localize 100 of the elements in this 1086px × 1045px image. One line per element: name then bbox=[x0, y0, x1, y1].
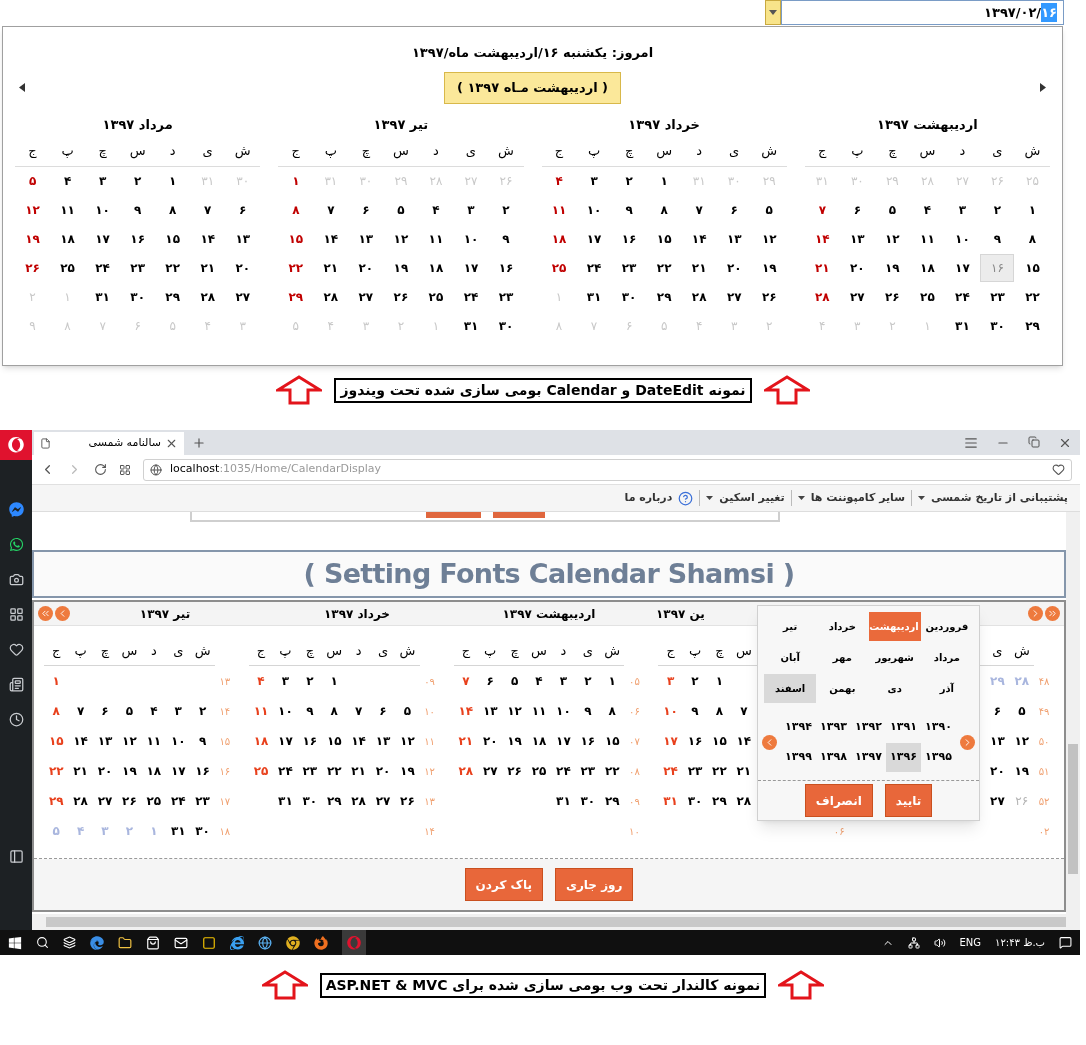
browser-tab[interactable]: سالنامه شمسی bbox=[34, 432, 184, 455]
day-number[interactable]: ۲۲ bbox=[712, 762, 727, 780]
day-number[interactable]: ۴ bbox=[63, 172, 72, 190]
day-number[interactable]: ۱۳ bbox=[97, 732, 113, 750]
day-number[interactable]: ۱ bbox=[660, 172, 668, 190]
chat-icon[interactable] bbox=[8, 537, 24, 552]
day-number[interactable]: ۲ bbox=[584, 672, 592, 690]
day-number[interactable]: ۷ bbox=[204, 201, 212, 219]
day-number[interactable]: ۲۰ bbox=[375, 762, 391, 780]
news-icon[interactable] bbox=[8, 677, 24, 692]
day-number[interactable]: ۲۲ bbox=[165, 259, 180, 277]
day-number[interactable]: ۳۱ bbox=[663, 792, 678, 810]
year-option[interactable]: ۱۳۹۱ bbox=[886, 713, 921, 742]
day-number[interactable]: ۲۸ bbox=[200, 288, 216, 306]
day-number[interactable]: ۲۸ bbox=[351, 792, 366, 810]
day-number[interactable]: ۹ bbox=[584, 702, 592, 720]
day-number[interactable]: ۴ bbox=[257, 672, 265, 690]
day-number[interactable]: ۱۳ bbox=[235, 230, 251, 248]
day-number[interactable]: ۵ bbox=[1018, 702, 1026, 720]
day-number[interactable]: ۱۰ bbox=[95, 201, 110, 219]
day-number[interactable]: ۲۰ bbox=[482, 732, 498, 750]
day-number[interactable]: ۱۴ bbox=[814, 230, 830, 248]
day-number[interactable]: ۸ bbox=[715, 702, 724, 720]
task-view-icon[interactable] bbox=[63, 936, 76, 949]
day-number[interactable]: ۲۷ bbox=[375, 792, 391, 810]
day-number[interactable]: ۲۴ bbox=[278, 762, 293, 780]
day-number[interactable]: ۲۳ bbox=[302, 762, 318, 780]
next-arrow-icon[interactable] bbox=[1040, 83, 1046, 92]
day-number[interactable]: ۲۴ bbox=[586, 259, 602, 277]
month-option[interactable]: آذر bbox=[920, 674, 973, 703]
day-number[interactable]: ۲۶ bbox=[393, 288, 409, 306]
mail-icon[interactable] bbox=[174, 935, 188, 950]
day-number[interactable]: ۱۱ bbox=[551, 201, 567, 219]
day-number[interactable]: ۱۶ bbox=[302, 732, 318, 750]
day-number[interactable]: ۱۴ bbox=[458, 702, 474, 720]
windows-icon[interactable] bbox=[8, 935, 22, 950]
day-number[interactable]: ۷ bbox=[695, 201, 703, 219]
sidebar-toggle-icon[interactable] bbox=[8, 849, 24, 864]
day-number[interactable]: ۱۵ bbox=[48, 732, 64, 750]
day-number[interactable]: ۸ bbox=[330, 702, 338, 720]
day-number[interactable]: ۳۰ bbox=[130, 288, 145, 306]
day-number[interactable]: ۲۲ bbox=[48, 762, 64, 780]
day-number[interactable]: ۲۵ bbox=[551, 259, 567, 277]
day-number[interactable]: ۲۳ bbox=[580, 762, 596, 780]
day-number[interactable]: ۱۳ bbox=[358, 230, 374, 248]
menu-item[interactable]: سایر کامپوننت ها bbox=[810, 489, 906, 507]
browser-icon[interactable] bbox=[90, 935, 104, 950]
day-number[interactable]: ۳۱ bbox=[463, 317, 479, 335]
day-number[interactable]: ۹ bbox=[993, 230, 1002, 248]
day-number[interactable]: ۳۰ bbox=[195, 822, 210, 840]
day-number[interactable]: ۷ bbox=[354, 702, 363, 720]
day-number[interactable]: ۲ bbox=[133, 172, 142, 190]
day-number[interactable]: ۲۸ bbox=[814, 288, 830, 306]
day-number[interactable]: ۱۲ bbox=[400, 732, 415, 750]
day-number[interactable]: ۱ bbox=[330, 672, 338, 690]
day-number[interactable]: ۲۳ bbox=[687, 762, 703, 780]
day-number[interactable]: ۲۰ bbox=[850, 259, 865, 277]
day-number[interactable]: ۱۹ bbox=[25, 230, 40, 248]
day-number[interactable]: ۱۷ bbox=[955, 259, 970, 277]
browser-icon[interactable] bbox=[230, 935, 244, 950]
day-number[interactable]: ۱۵ bbox=[604, 732, 620, 750]
day-number[interactable]: ۶ bbox=[486, 672, 494, 690]
day-number[interactable]: ۲۵ bbox=[531, 762, 547, 780]
day-number[interactable]: ۲۴ bbox=[170, 792, 186, 810]
day-number[interactable]: ۵ bbox=[765, 201, 773, 219]
day-number[interactable]: ۱ bbox=[715, 672, 724, 690]
menu-icon[interactable] bbox=[964, 436, 978, 450]
day-number[interactable]: ۲۲ bbox=[656, 259, 672, 277]
day-number[interactable]: ۱۹ bbox=[393, 259, 409, 277]
clock-icon[interactable] bbox=[8, 712, 24, 727]
month-option[interactable]: خرداد bbox=[816, 612, 869, 641]
browser-icon[interactable] bbox=[314, 935, 328, 950]
vertical-scrollbar[interactable] bbox=[1066, 512, 1080, 914]
day-number[interactable]: ۲۶ bbox=[507, 762, 522, 780]
day-number[interactable]: ۸ bbox=[608, 702, 616, 720]
day-number[interactable]: ۵ bbox=[125, 702, 134, 720]
grid-icon[interactable] bbox=[119, 463, 131, 476]
day-number[interactable]: ۲۷ bbox=[97, 792, 113, 810]
day-number[interactable]: ۱ bbox=[169, 172, 177, 190]
day-number[interactable]: ۲۴ bbox=[95, 259, 110, 277]
day-number[interactable]: ۱۶ bbox=[498, 259, 514, 277]
day-number[interactable]: ۷ bbox=[818, 201, 826, 219]
dropdown-button[interactable] bbox=[765, 0, 781, 25]
day-number[interactable]: ۲۳ bbox=[990, 288, 1005, 306]
day-number[interactable]: ۱۳ bbox=[850, 230, 865, 248]
day-number[interactable]: ۲۱ bbox=[458, 732, 474, 750]
day-number[interactable]: ۳ bbox=[666, 672, 675, 690]
clock[interactable]: ب.ظ ۱۲:۴۳ bbox=[995, 935, 1045, 950]
previous-arrow-icon[interactable] bbox=[19, 83, 25, 92]
year-option[interactable]: ۱۳۹۲ bbox=[851, 713, 886, 742]
day-number[interactable]: ۳ bbox=[174, 702, 182, 720]
day-number[interactable]: ۱۹ bbox=[400, 762, 415, 780]
day-number[interactable]: ۹ bbox=[198, 732, 207, 750]
day-number[interactable]: ۲۳ bbox=[195, 792, 210, 810]
day-number[interactable]: ۲ bbox=[691, 672, 699, 690]
horizontal-scrollbar[interactable] bbox=[32, 914, 1080, 930]
day-number[interactable]: ۷ bbox=[740, 702, 748, 720]
day-number[interactable]: ۱۱ bbox=[253, 702, 269, 720]
day-number[interactable]: ۹ bbox=[306, 702, 314, 720]
day-number[interactable]: ۳۰ bbox=[498, 317, 514, 335]
